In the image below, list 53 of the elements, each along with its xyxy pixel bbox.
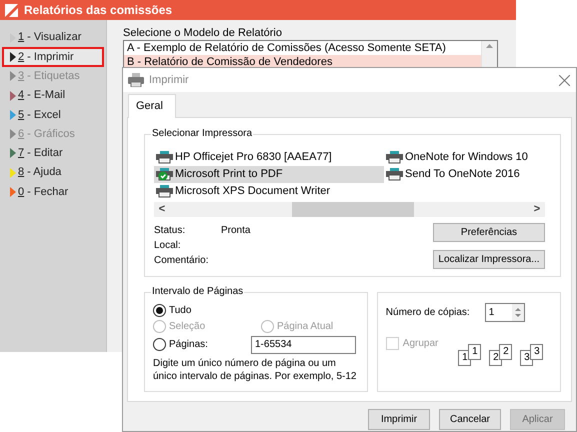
- field-label: Status:: [154, 224, 186, 238]
- checkbox-label: Agrupar: [402, 337, 438, 351]
- list-item[interactable]: A - Exemplo de Relatório de Comissões (Acesso Somente SETA): [124, 41, 481, 55]
- field-label: Comentário:: [154, 254, 210, 268]
- copies-label: Número de cópias:: [386, 306, 470, 320]
- spin-arrows-icon[interactable]: [512, 304, 524, 320]
- radio-label: Páginas:: [169, 338, 209, 352]
- printer-icon: [386, 150, 403, 164]
- copies-spinner[interactable]: 1: [484, 302, 525, 322]
- window-title: Relatórios das comissões: [24, 2, 172, 19]
- page-icon: 3: [530, 344, 544, 360]
- report-list[interactable]: A - Exemplo de Relatório de Comissões (Acesso Somente SETA) B - Relatório de Comissão de Vendedores: [123, 40, 498, 70]
- dialog-button[interactable]: Imprimir: [368, 408, 430, 430]
- radio-label: Seleção: [169, 320, 206, 334]
- close-icon[interactable]: [559, 74, 570, 86]
- menu-item[interactable]: 0 - Fechar: [2, 182, 104, 202]
- dialog-title: Imprimir: [149, 72, 189, 88]
- field-label: Local:: [154, 238, 182, 252]
- radio-label: Tudo: [169, 304, 192, 318]
- radio-button[interactable]: [153, 338, 166, 351]
- printer-item[interactable]: Send To OneNote 2016: [384, 166, 544, 182]
- printer-icon: [156, 184, 173, 198]
- horizontal-scrollbar[interactable]: < >: [154, 202, 545, 216]
- pages-field[interactable]: 1-65534: [251, 336, 356, 354]
- printer-item[interactable]: OneNote for Windows 10: [384, 148, 544, 166]
- dialog-button[interactable]: Preferências: [433, 222, 545, 242]
- printer-item[interactable]: Microsoft XPS Document Writer: [154, 182, 384, 200]
- menu-item[interactable]: 1 - Visualizar: [2, 28, 104, 48]
- menu-item[interactable]: 5 - Excel: [2, 105, 104, 124]
- hint-text: Digite um único número de página ou um único intervalo de páginas. Por exemplo, 5-12: [153, 356, 358, 382]
- tab[interactable]: Geral: [128, 94, 176, 118]
- radio-button[interactable]: [153, 304, 166, 317]
- menu-item[interactable]: 2 - Imprimir: [2, 47, 104, 67]
- menu-item[interactable]: 7 - Editar: [2, 144, 104, 164]
- dialog-button[interactable]: Cancelar: [439, 408, 501, 430]
- logo-icon: [5, 4, 18, 16]
- field-value: Pronta: [221, 224, 252, 238]
- printer-icon: [156, 150, 173, 164]
- default-printer-icon: [156, 168, 173, 180]
- printer-item[interactable]: HP Officejet Pro 6830 [AAEA77]: [154, 148, 384, 166]
- page-icon: 1: [468, 344, 482, 360]
- printer-icon: [386, 168, 403, 180]
- menu-item[interactable]: 4 - E-Mail: [2, 86, 104, 106]
- printer-icon: [128, 73, 144, 87]
- group-label: Selecionar Impressora: [151, 126, 254, 140]
- dialog-button[interactable]: Localizar Impressora...: [433, 250, 545, 268]
- menu-item[interactable]: 8 - Ajuda: [2, 163, 104, 182]
- radio-label: Página Atual: [277, 320, 334, 334]
- report-label: Selecione o Modelo de Relatório: [123, 26, 283, 40]
- printer-item[interactable]: Microsoft Print to PDF: [154, 166, 384, 182]
- group-label: Intervalo de Páginas: [151, 284, 244, 298]
- page-icon: 2: [499, 344, 512, 360]
- scroll-up-icon[interactable]: [486, 44, 493, 48]
